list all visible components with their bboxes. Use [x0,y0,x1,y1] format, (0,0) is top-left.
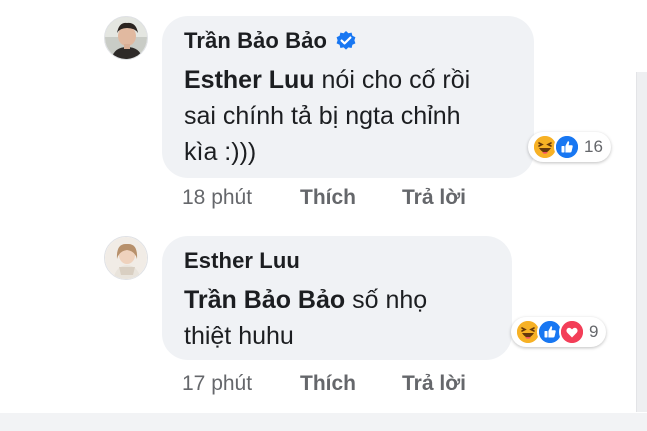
comment-timestamp[interactable]: 17 phút [182,372,300,396]
comment-author[interactable]: Trần Bảo Bảo [184,28,327,54]
like-button[interactable]: Thích [300,372,402,396]
like-button[interactable]: Thích [300,186,402,210]
like-reaction-icon [554,134,580,160]
comment-actions: 17 phút Thích Trả lời [182,372,466,396]
comment-bubble: Trần Bảo Bảo Esther Luu nói cho cố rồi s… [162,16,534,178]
reply-button[interactable]: Trả lời [402,372,466,396]
comment-actions: 18 phút Thích Trả lời [182,186,466,210]
mention-link[interactable]: Esther Luu [184,66,315,94]
comment-text: Esther Luu nói cho cố rồi sai chính tả b… [184,66,471,166]
scrollbar[interactable] [636,72,647,412]
comment-text: Trần Bảo Bảo số nhọ thiệt huhu [184,286,428,350]
verified-badge-icon [335,30,357,52]
reaction-summary[interactable]: 16 [528,132,611,162]
reaction-summary[interactable]: 9 [511,317,607,347]
reaction-count: 9 [589,322,599,341]
reaction-count: 16 [584,137,603,156]
reply-button[interactable]: Trả lời [402,186,466,210]
avatar[interactable] [104,16,148,60]
avatar[interactable] [104,236,148,280]
love-reaction-icon [559,319,585,345]
comment-timestamp[interactable]: 18 phút [182,186,300,210]
comments-screenshot: Trần Bảo Bảo Esther Luu nói cho cố rồi s… [0,0,647,431]
bottom-bar [0,413,647,431]
mention-link[interactable]: Trần Bảo Bảo [184,286,345,314]
comment-author[interactable]: Esther Luu [184,248,300,274]
comment-bubble: Esther Luu Trần Bảo Bảo số nhọ thiệt huh… [162,236,512,360]
